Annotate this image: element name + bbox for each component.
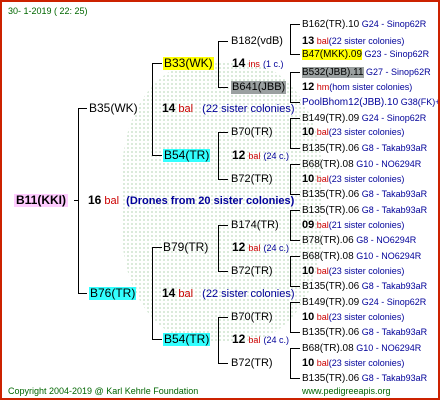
queen-b11[interactable]: B11(KKI) xyxy=(14,194,69,207)
gen5-entry[interactable]: B78(TR).06 G8 - NO6294R xyxy=(302,234,416,247)
gen5-entry[interactable]: B68(TR).08 G10 - NO6294R xyxy=(302,250,421,263)
drone-info: 12 bal (24 c.) xyxy=(232,332,290,346)
connector xyxy=(290,256,300,257)
connector xyxy=(218,132,228,133)
gen5-entry[interactable]: B532(JBB).11 G27 - Sinop62R xyxy=(302,66,431,79)
connector xyxy=(290,24,300,25)
connector xyxy=(218,41,228,42)
connector xyxy=(152,63,153,155)
connector xyxy=(290,256,291,286)
gen5-entry[interactable]: B68(TR).08 G10 - NO6294R xyxy=(302,342,421,355)
queen-b72[interactable]: B72(TR) xyxy=(231,173,273,186)
connector xyxy=(290,164,300,165)
queen-b35[interactable]: B35(WK) xyxy=(89,102,138,115)
connector xyxy=(218,41,219,87)
connector xyxy=(152,247,153,339)
queen-b174[interactable]: B174(TR) xyxy=(231,219,279,232)
queen-b79[interactable]: B79(TR) xyxy=(163,241,208,254)
queen-b70[interactable]: B70(TR) xyxy=(231,311,273,324)
connector xyxy=(290,24,291,54)
connector xyxy=(152,339,162,340)
queen-b54[interactable]: B54(TR) xyxy=(163,149,211,162)
drone-info: 16 bal (Drones from 20 sister colonies) xyxy=(88,193,295,208)
queen-b641[interactable]: B641(JBB) xyxy=(231,81,287,94)
connector xyxy=(152,247,162,248)
queen-b72[interactable]: B72(TR) xyxy=(231,265,273,278)
connector xyxy=(78,293,87,294)
gen5-entry[interactable]: B149(TR).09 G24 - Sinop62R xyxy=(302,296,426,309)
queen-b76[interactable]: B76(TR) xyxy=(89,287,137,300)
connector xyxy=(218,271,228,272)
connector xyxy=(218,317,228,318)
connector xyxy=(74,200,79,201)
connector xyxy=(290,332,300,333)
drone-info: 14 ins (1 c.) xyxy=(232,56,284,70)
drone-info: 12 bal (24 c.) xyxy=(232,148,290,162)
connector xyxy=(218,132,219,179)
connector xyxy=(290,210,291,240)
gen5-entry[interactable]: B135(TR).06 G8 - Takab93aR xyxy=(302,204,427,217)
connector xyxy=(218,363,228,364)
drone-info: 10 bal(23 sister colonies) xyxy=(302,265,405,277)
connector xyxy=(290,148,300,149)
footer-copyright: Copyright 2004-2019 @ Karl Kehrle Founda… xyxy=(8,386,199,396)
connector xyxy=(218,225,219,271)
pedigree-chart: 30- 1-2019 ( 22: 25) B11(KKI) 16 bal (Dr… xyxy=(0,0,440,400)
connector xyxy=(290,118,291,148)
gen5-entry[interactable]: B162(TR).10 G24 - Sinop62R xyxy=(302,18,426,31)
footer-link[interactable]: www.pedigreeapis.org xyxy=(302,385,391,398)
gen5-entry[interactable]: B135(TR).06 G8 - Takab93aR xyxy=(302,280,427,293)
connector xyxy=(290,72,291,102)
connector xyxy=(218,179,228,180)
gen5-entry[interactable]: B135(TR).06 G8 - Takab93aR xyxy=(302,188,427,201)
connector xyxy=(290,210,300,211)
connector xyxy=(290,378,300,379)
connector xyxy=(218,225,228,226)
queen-b70[interactable]: B70(TR) xyxy=(231,126,273,139)
drone-info: 13 bal(22 sister colonies) xyxy=(302,35,405,47)
connector xyxy=(218,317,219,363)
gen5-entry[interactable]: B135(TR).06 G8 - Takab93aR xyxy=(302,372,427,385)
gen5-entry[interactable]: B149(TR).09 G24 - Sinop62R xyxy=(302,112,426,125)
queen-b72[interactable]: B72(TR) xyxy=(231,357,273,370)
gen5-entry[interactable]: B47(MKK).09 G23 - Sinop62R xyxy=(302,48,429,61)
queen-b54[interactable]: B54(TR) xyxy=(163,333,211,346)
gen5-entry[interactable]: B135(TR).06 G8 - Takab93aR xyxy=(302,326,427,339)
connector xyxy=(290,302,291,332)
drone-info: 10 bal(23 sister colonies) xyxy=(302,357,405,369)
drone-info: 10 bal(23 sister colonies) xyxy=(302,173,405,185)
gen5-entry[interactable]: B68(TR).08 G10 - NO6294R xyxy=(302,158,421,171)
queen-b182[interactable]: B182(vdB) xyxy=(231,35,283,48)
drone-info: 10 bal(23 sister colonies) xyxy=(302,126,405,138)
connector xyxy=(218,87,228,88)
connector xyxy=(78,108,87,109)
drone-info: 10 bal(23 sister colonies) xyxy=(302,311,405,323)
connector xyxy=(290,54,300,55)
drone-info: 12 hm(hom sister colonies) xyxy=(302,81,413,93)
queen-b33[interactable]: B33(WK) xyxy=(163,57,214,70)
connector xyxy=(290,118,300,119)
connector xyxy=(152,63,162,64)
connector xyxy=(290,348,291,378)
connector xyxy=(290,240,300,241)
drone-info: 09 bal(21 sister colonies) xyxy=(302,219,405,231)
date-header: 30- 1-2019 ( 22: 25) xyxy=(8,6,88,16)
connector xyxy=(152,155,162,156)
drone-info: 12 bal (24 c.) xyxy=(232,240,290,254)
drone-info: 14 bal (22 sister colonies) xyxy=(162,101,295,116)
drone-info: 14 bal (22 sister colonies) xyxy=(162,286,295,301)
connector xyxy=(290,72,300,73)
gen5-entry[interactable]: B135(TR).06 G8 - Takab93aR xyxy=(302,142,427,155)
connector xyxy=(290,164,291,194)
connector xyxy=(290,302,300,303)
gen5-entry[interactable]: PoolBhom12(JBB).10 G38(FK)+3 xyxy=(302,96,438,109)
connector xyxy=(290,348,300,349)
